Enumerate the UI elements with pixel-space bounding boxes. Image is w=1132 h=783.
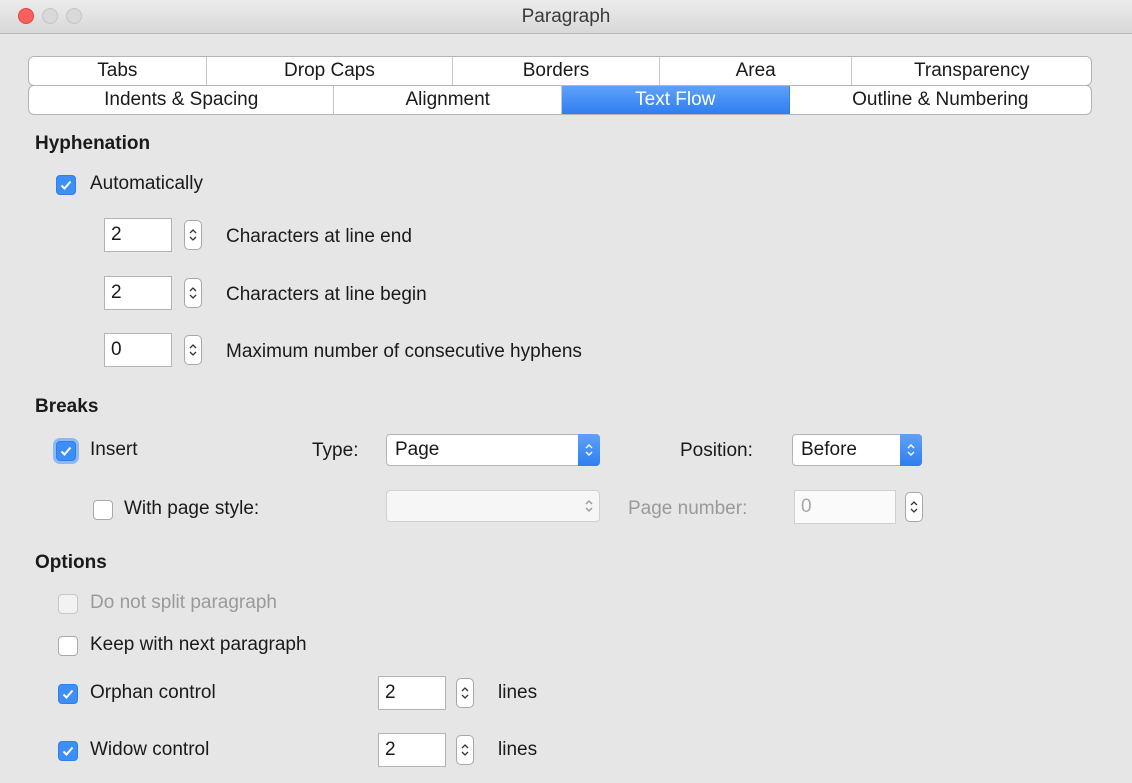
chars-line-end-input[interactable]: 2 [104, 218, 172, 252]
tab-row-1: Tabs Drop Caps Borders Area Transparency [28, 56, 1092, 86]
dropdown-arrow-icon [900, 434, 922, 466]
stepper-icon [189, 344, 197, 356]
orphan-control-checkbox[interactable] [58, 684, 78, 704]
stepper-icon [461, 744, 469, 756]
dropdown-arrow-icon [578, 434, 600, 466]
with-page-style-label: With page style: [124, 498, 260, 519]
break-position-value: Before [801, 439, 857, 460]
chars-line-begin-input[interactable]: 2 [104, 276, 172, 310]
widow-lines-unit: lines [498, 739, 538, 760]
tab-transparency[interactable]: Transparency [852, 57, 1091, 85]
with-page-style-checkbox[interactable] [93, 500, 113, 520]
break-type-label: Type: [312, 440, 359, 461]
widow-control-checkbox[interactable] [58, 741, 78, 761]
chars-line-begin-stepper[interactable] [184, 278, 202, 308]
do-not-split-label: Do not split paragraph [90, 592, 277, 613]
break-position-select[interactable]: Before [792, 434, 922, 466]
breaks-heading: Breaks [35, 396, 99, 417]
window-title: Paragraph [521, 6, 611, 27]
insert-break-checkbox[interactable] [56, 441, 76, 461]
break-type-value: Page [395, 439, 440, 460]
tab-tabs[interactable]: Tabs [29, 57, 207, 85]
do-not-split-checkbox[interactable] [58, 594, 78, 614]
orphan-lines-stepper[interactable] [456, 678, 474, 708]
checkmark-icon [60, 180, 72, 190]
tab-outline-numbering[interactable]: Outline & Numbering [790, 86, 1091, 114]
orphan-lines-input[interactable]: 2 [378, 676, 446, 710]
stepper-icon [910, 501, 918, 513]
max-hyphens-label: Maximum number of consecutive hyphens [226, 341, 582, 362]
tab-drop-caps[interactable]: Drop Caps [207, 57, 454, 85]
checkmark-icon [62, 746, 74, 756]
automatically-checkbox[interactable] [56, 175, 76, 195]
checkmark-icon [62, 689, 74, 699]
stepper-icon [189, 229, 197, 241]
chars-line-end-stepper[interactable] [184, 220, 202, 250]
break-position-label: Position: [680, 440, 753, 461]
chars-line-begin-label: Characters at line begin [226, 284, 427, 305]
tab-text-flow[interactable]: Text Flow [562, 86, 790, 114]
tab-borders[interactable]: Borders [453, 57, 660, 85]
orphan-control-label: Orphan control [90, 682, 216, 703]
dropdown-arrow-icon [578, 490, 600, 522]
chars-line-end-label: Characters at line end [226, 226, 412, 247]
break-type-select[interactable]: Page [386, 434, 600, 466]
keep-with-next-checkbox[interactable] [58, 636, 78, 656]
widow-lines-stepper[interactable] [456, 735, 474, 765]
page-number-label: Page number: [628, 498, 748, 519]
stepper-icon [189, 287, 197, 299]
widow-control-label: Widow control [90, 739, 210, 760]
page-number-stepper[interactable] [905, 492, 923, 522]
dialog-content: Tabs Drop Caps Borders Area Transparency… [0, 34, 1132, 783]
tab-indents-spacing[interactable]: Indents & Spacing [29, 86, 335, 114]
page-number-input[interactable]: 0 [794, 490, 896, 524]
hyphenation-heading: Hyphenation [35, 133, 151, 154]
max-hyphens-stepper[interactable] [184, 335, 202, 365]
tab-area[interactable]: Area [660, 57, 853, 85]
orphan-lines-unit: lines [498, 682, 538, 703]
title-bar: Paragraph [0, 0, 1132, 34]
options-heading: Options [35, 552, 107, 573]
widow-lines-input[interactable]: 2 [378, 733, 446, 767]
max-hyphens-input[interactable]: 0 [104, 333, 172, 367]
automatically-label: Automatically [90, 173, 203, 194]
tab-row-2: Indents & Spacing Alignment Text Flow Ou… [28, 85, 1092, 115]
insert-break-label: Insert [90, 439, 138, 460]
stepper-icon [461, 687, 469, 699]
keep-with-next-label: Keep with next paragraph [90, 634, 307, 655]
tab-alignment[interactable]: Alignment [334, 86, 562, 114]
page-style-select[interactable] [386, 490, 600, 522]
checkmark-icon [60, 446, 72, 456]
